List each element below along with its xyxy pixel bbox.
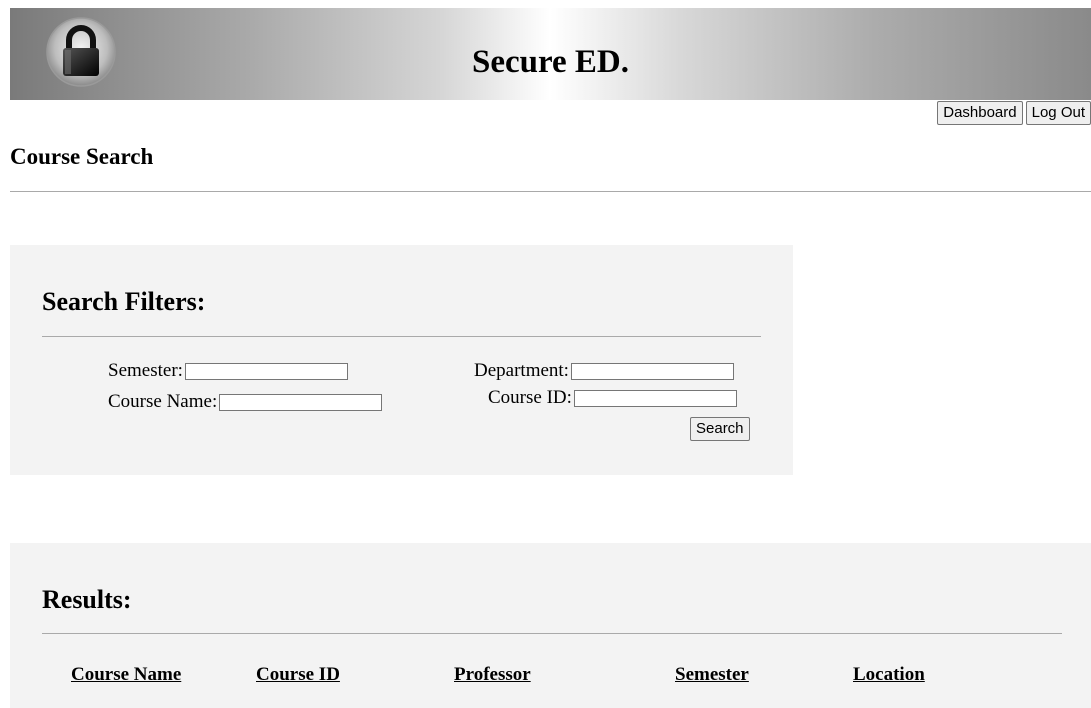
results-panel: Results: Course Name Course ID Professor… <box>10 543 1091 708</box>
course-name-label: Course Name: <box>108 391 218 412</box>
column-header-professor[interactable]: Professor <box>454 664 531 686</box>
column-header-semester[interactable]: Semester <box>675 664 749 686</box>
course-id-input[interactable] <box>573 389 737 407</box>
semester-input[interactable] <box>184 362 348 380</box>
results-title: Results: <box>42 585 132 614</box>
results-divider <box>42 633 1062 634</box>
semester-label: Semester: <box>108 360 183 381</box>
header-banner: Secure ED. <box>10 8 1091 100</box>
top-nav: Dashboard Log Out <box>937 101 1091 125</box>
department-row: Department: <box>474 360 734 382</box>
search-filters-title: Search Filters: <box>42 287 206 316</box>
course-id-label: Course ID: <box>488 387 572 408</box>
semester-row: Semester: <box>108 360 348 382</box>
course-id-row: Course ID: <box>488 387 737 409</box>
course-name-row: Course Name: <box>108 391 383 413</box>
course-name-input[interactable] <box>219 393 383 411</box>
dashboard-button[interactable]: Dashboard <box>937 101 1023 125</box>
page-title: Course Search <box>10 144 154 169</box>
column-header-location[interactable]: Location <box>853 664 925 686</box>
page: Secure ED. Dashboard Log Out Course Sear… <box>0 0 1091 708</box>
search-button[interactable]: Search <box>690 417 750 441</box>
department-label: Department: <box>474 360 569 381</box>
department-input[interactable] <box>570 362 734 380</box>
column-header-course-id[interactable]: Course ID <box>256 664 340 686</box>
column-header-course-name[interactable]: Course Name <box>71 664 181 686</box>
logout-button[interactable]: Log Out <box>1025 101 1091 125</box>
site-title: Secure ED. <box>471 44 630 80</box>
search-filters-panel: Search Filters: Semester: Course Name: D… <box>10 245 793 475</box>
page-divider <box>10 191 1091 192</box>
filters-divider <box>42 336 761 337</box>
